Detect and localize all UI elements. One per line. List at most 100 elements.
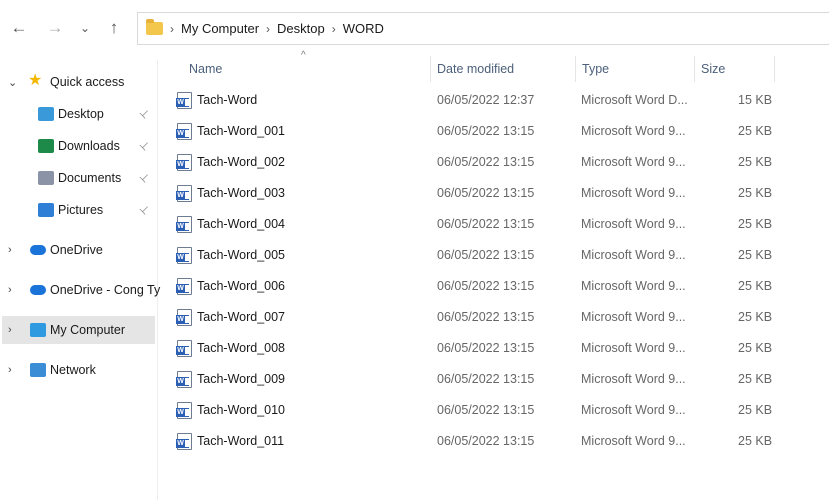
- chevron-right-icon[interactable]: ›: [8, 324, 12, 336]
- file-date-modified: 06/05/2022 13:15: [437, 124, 535, 138]
- word-document-icon: [176, 309, 192, 326]
- sidebar-item-label: Downloads: [58, 139, 120, 153]
- sidebar-item-label: OneDrive - Cong Ty: [50, 283, 161, 297]
- file-date-modified: 06/05/2022 13:15: [437, 372, 535, 386]
- sidebar-item-documents[interactable]: Documents ⊥: [2, 164, 155, 192]
- file-row[interactable]: Tach-Word_008 06/05/2022 13:15 Microsoft…: [170, 334, 790, 362]
- desktop-icon: [38, 107, 54, 121]
- file-type: Microsoft Word 9...: [581, 341, 686, 355]
- word-document-icon: [176, 278, 192, 295]
- file-size: 15 KB: [738, 93, 773, 107]
- file-row[interactable]: Tach-Word_003 06/05/2022 13:15 Microsoft…: [170, 179, 790, 207]
- column-header-size[interactable]: Size: [694, 57, 774, 81]
- forward-button[interactable]: →: [43, 16, 67, 40]
- file-row[interactable]: Tach-Word_010 06/05/2022 13:15 Microsoft…: [170, 396, 790, 424]
- file-date-modified: 06/05/2022 13:15: [437, 217, 535, 231]
- file-size: 25 KB: [738, 279, 773, 293]
- chevron-right-icon: ›: [331, 21, 336, 36]
- breadcrumb-my-computer[interactable]: My Computer: [181, 21, 259, 36]
- file-type: Microsoft Word 9...: [581, 248, 686, 262]
- up-button[interactable]: ↑: [102, 16, 126, 40]
- pin-icon[interactable]: ⊥: [137, 170, 153, 185]
- word-document-icon: [176, 216, 192, 233]
- file-type: Microsoft Word 9...: [581, 217, 686, 231]
- back-button[interactable]: ←: [7, 16, 31, 40]
- chevron-down-icon[interactable]: ⌄: [8, 76, 17, 89]
- file-name: Tach-Word_011: [197, 434, 285, 448]
- file-name: Tach-Word_004: [197, 217, 286, 231]
- file-row[interactable]: Tach-Word 06/05/2022 12:37 Microsoft Wor…: [170, 86, 790, 114]
- file-row[interactable]: Tach-Word_006 06/05/2022 13:15 Microsoft…: [170, 272, 790, 300]
- sidebar-item-label: Quick access: [50, 75, 125, 89]
- sidebar-item-label: Pictures: [58, 203, 104, 217]
- file-name: Tach-Word_007: [197, 310, 286, 324]
- word-document-icon: [176, 433, 192, 450]
- sidebar-item-desktop[interactable]: Desktop ⊥: [2, 100, 155, 128]
- sidebar-item-pictures[interactable]: Pictures ⊥: [2, 196, 155, 224]
- download-icon: [38, 139, 54, 153]
- file-row[interactable]: Tach-Word_007 06/05/2022 13:15 Microsoft…: [170, 303, 790, 331]
- file-size: 25 KB: [738, 310, 773, 324]
- column-header-type[interactable]: Type: [575, 57, 694, 81]
- file-date-modified: 06/05/2022 13:15: [437, 434, 535, 448]
- file-row[interactable]: Tach-Word_004 06/05/2022 13:15 Microsoft…: [170, 210, 790, 238]
- file-name: Tach-Word_002: [197, 155, 286, 169]
- cloud-icon: [30, 285, 46, 295]
- sidebar-item-label: Network: [50, 363, 96, 377]
- sidebar-item-label: Documents: [58, 171, 122, 185]
- word-document-icon: [176, 123, 192, 140]
- file-name: Tach-Word_003: [197, 186, 286, 200]
- word-document-icon: [176, 154, 192, 171]
- breadcrumb-word[interactable]: WORD: [343, 21, 384, 36]
- sidebar-item-onedrive[interactable]: › OneDrive: [2, 236, 155, 264]
- chevron-right-icon[interactable]: ›: [8, 364, 12, 376]
- file-name: Tach-Word_006: [197, 279, 286, 293]
- file-name: Tach-Word_005: [197, 248, 286, 262]
- sidebar-item-my-computer[interactable]: › My Computer: [2, 316, 155, 344]
- sidebar-item-downloads[interactable]: Downloads ⊥: [2, 132, 155, 160]
- file-size: 25 KB: [738, 341, 773, 355]
- sidebar-item-label: My Computer: [50, 323, 126, 337]
- breadcrumb-desktop[interactable]: Desktop: [277, 21, 325, 36]
- word-document-icon: [176, 371, 192, 388]
- sidebar-item-label: OneDrive: [50, 243, 103, 257]
- sidebar-item-onedrive-cong-ty[interactable]: › OneDrive - Cong Ty: [2, 276, 160, 304]
- file-type: Microsoft Word D...: [581, 93, 688, 107]
- file-date-modified: 06/05/2022 13:15: [437, 310, 535, 324]
- file-type: Microsoft Word 9...: [581, 434, 686, 448]
- word-document-icon: [176, 247, 192, 264]
- pin-icon[interactable]: ⊥: [137, 138, 153, 153]
- file-row[interactable]: Tach-Word_002 06/05/2022 13:15 Microsoft…: [170, 148, 790, 176]
- sidebar-item-quick-access[interactable]: ⌄ ★ Quick access: [2, 68, 155, 96]
- file-size: 25 KB: [738, 186, 773, 200]
- file-size: 25 KB: [738, 155, 773, 169]
- file-row[interactable]: Tach-Word_001 06/05/2022 13:15 Microsoft…: [170, 117, 790, 145]
- file-type: Microsoft Word 9...: [581, 155, 686, 169]
- file-type: Microsoft Word 9...: [581, 186, 686, 200]
- sidebar-item-network[interactable]: › Network: [2, 356, 155, 384]
- column-header-date[interactable]: Date modified: [430, 57, 575, 81]
- chevron-right-icon[interactable]: ›: [8, 244, 12, 256]
- star-icon: ★: [28, 72, 43, 89]
- file-name: Tach-Word_001: [197, 124, 286, 138]
- column-divider[interactable]: [774, 56, 775, 82]
- file-row[interactable]: Tach-Word_005 06/05/2022 13:15 Microsoft…: [170, 241, 790, 269]
- recent-locations-button[interactable]: ⌄: [73, 16, 97, 40]
- file-date-modified: 06/05/2022 13:15: [437, 186, 535, 200]
- pictures-icon: [38, 203, 54, 217]
- file-type: Microsoft Word 9...: [581, 310, 686, 324]
- pin-icon[interactable]: ⊥: [137, 202, 153, 217]
- address-bar[interactable]: › My Computer › Desktop › WORD: [137, 12, 829, 45]
- file-date-modified: 06/05/2022 12:37: [437, 93, 535, 107]
- column-header-name[interactable]: Name: [182, 57, 430, 81]
- pin-icon[interactable]: ⊥: [137, 106, 153, 121]
- file-row[interactable]: Tach-Word_009 06/05/2022 13:15 Microsoft…: [170, 365, 790, 393]
- word-document-icon: [176, 92, 192, 109]
- file-date-modified: 06/05/2022 13:15: [437, 155, 535, 169]
- file-name: Tach-Word: [197, 93, 258, 107]
- file-name: Tach-Word_010: [197, 403, 286, 417]
- file-type: Microsoft Word 9...: [581, 403, 686, 417]
- file-row[interactable]: Tach-Word_011 06/05/2022 13:15 Microsoft…: [170, 427, 790, 455]
- file-size: 25 KB: [738, 217, 773, 231]
- chevron-right-icon[interactable]: ›: [8, 284, 12, 296]
